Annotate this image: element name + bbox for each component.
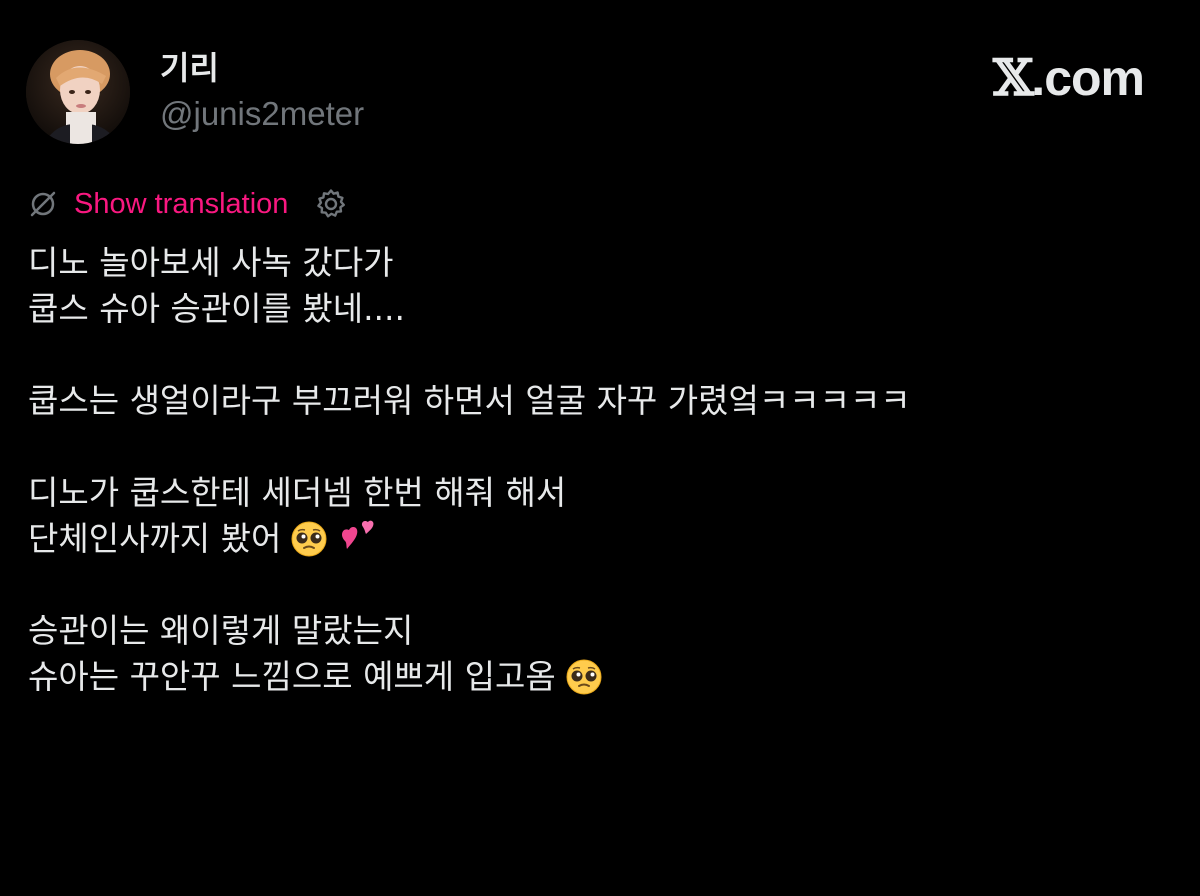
- x-brand-icon: 𝕏: [992, 48, 1034, 107]
- user-info: 기리 @junis2meter: [160, 46, 364, 136]
- tweet-line: 쿱스는 생얼이라구 부끄러워 하면서 얼굴 자꾸 가렸엌ㅋㅋㅋㅋㅋ: [28, 381, 911, 420]
- pleading-face-emoji: [566, 659, 602, 695]
- pleading-face-emoji: [291, 521, 327, 557]
- tweet-line: 쿱스 슈아 승관이를 봤네....: [28, 289, 406, 328]
- gear-icon[interactable]: [314, 187, 348, 221]
- display-name[interactable]: 기리: [160, 46, 364, 90]
- x-logo: 𝕏.com: [992, 48, 1145, 108]
- globe-slash-icon: [30, 191, 56, 217]
- brand-suffix: .com: [1031, 50, 1145, 106]
- tweet-line: 디노가 쿱스한테 세더넴 한번 해줘 해서: [28, 473, 567, 512]
- tweet-line: 승관이는 왜이렇게 말랐는지: [28, 611, 414, 650]
- tweet-line-with-emoji: 슈아는 꾸안꾸 느낌으로 예쁘게 입고옴: [28, 654, 1168, 700]
- tweet-header: 기리 @junis2meter 𝕏.com: [26, 40, 1174, 150]
- tweet-line-text: 슈아는 꾸안꾸 느낌으로 예쁘게 입고옴: [28, 657, 556, 696]
- tweet-text: 디노 놀아보세 사녹 갔다가 쿱스 슈아 승관이를 봤네.... 쿱스는 생얼이…: [28, 240, 1168, 700]
- tweet-line-with-emoji: 단체인사까지 봤어: [28, 516, 1168, 562]
- tweet-line-text: 단체인사까지 봤어: [28, 519, 282, 558]
- tweet-line: 디노 놀아보세 사녹 갔다가: [28, 243, 394, 282]
- two-hearts-emoji: [342, 520, 374, 549]
- translation-bar: Show translation: [28, 184, 348, 224]
- avatar[interactable]: [26, 40, 130, 144]
- show-translation-link[interactable]: Show translation: [74, 184, 288, 224]
- user-handle[interactable]: @junis2meter: [160, 92, 364, 136]
